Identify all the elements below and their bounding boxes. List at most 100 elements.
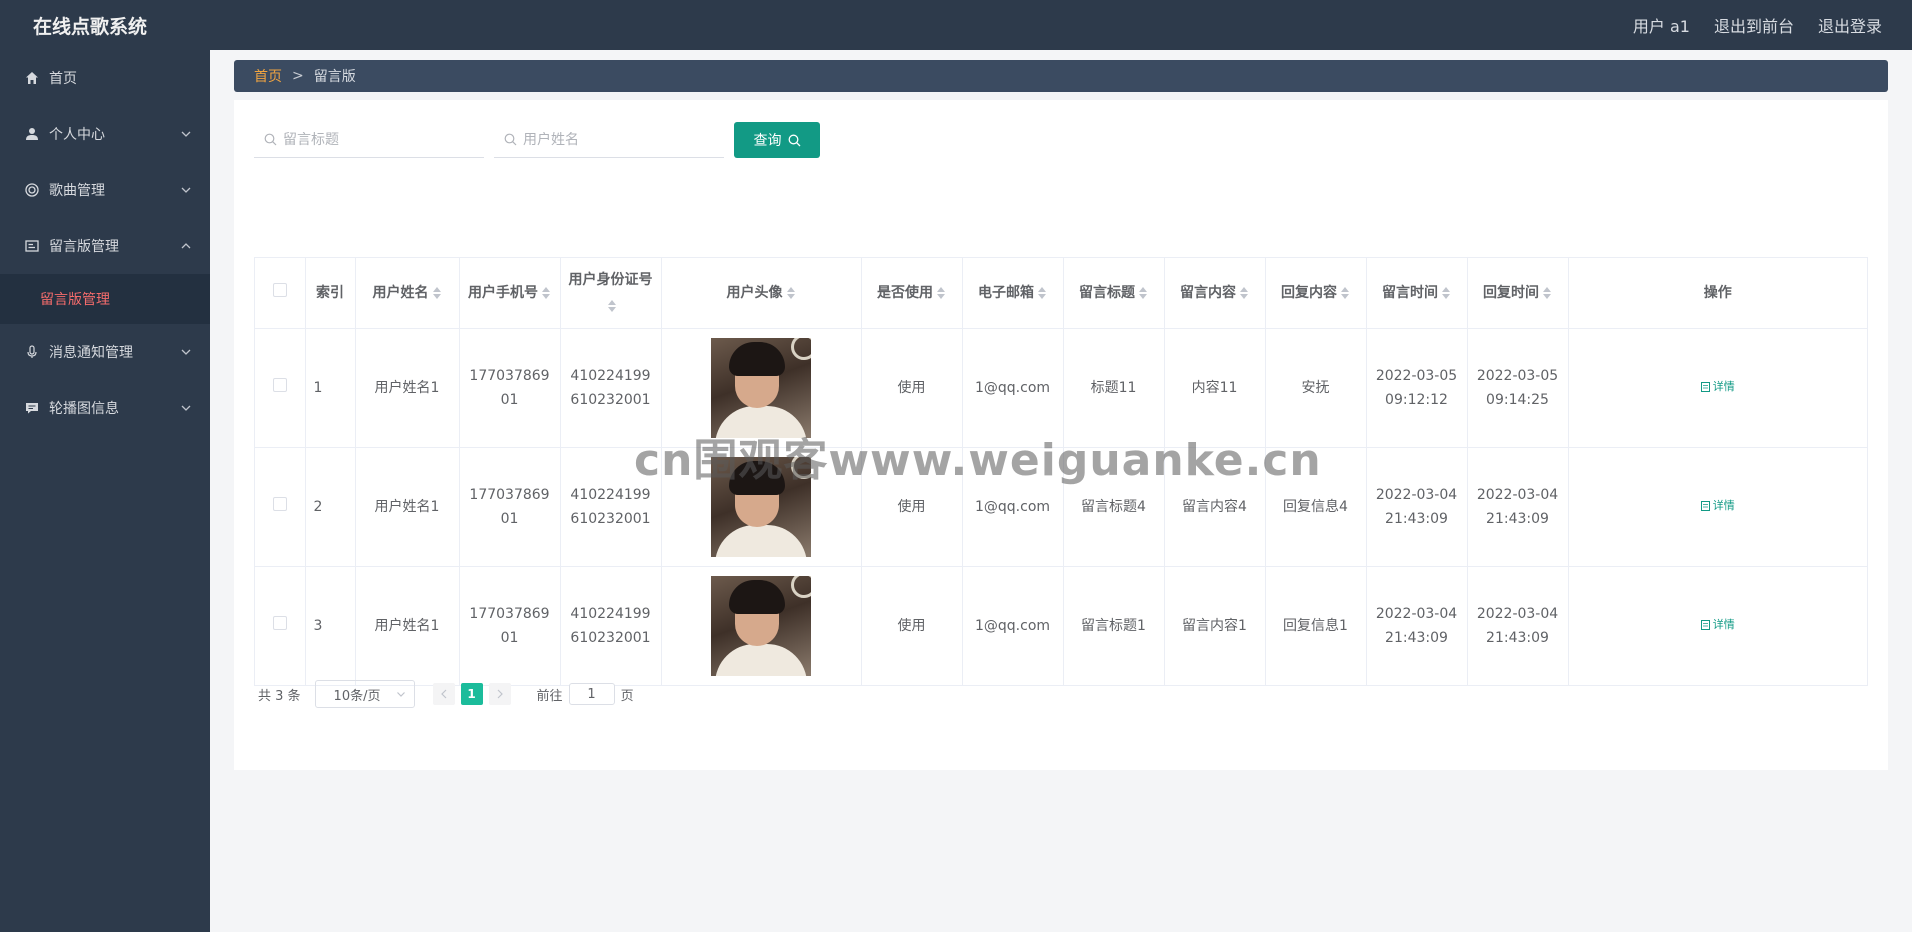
document-icon bbox=[1700, 382, 1710, 392]
cell-email: 1@qq.com bbox=[962, 447, 1064, 567]
sidebar-item-personal-center[interactable]: 个人中心 bbox=[0, 106, 210, 162]
header-label: 留言标题 bbox=[1079, 284, 1135, 301]
cell-used: 使用 bbox=[861, 447, 963, 567]
cell-reply-time: 2022-03-04 21:43:09 bbox=[1467, 447, 1569, 567]
home-icon bbox=[24, 70, 40, 86]
content-panel: 查询 索引 用户姓名 用户手机号 用户身份证号 bbox=[234, 100, 1888, 770]
cell-email: 1@qq.com bbox=[962, 328, 1064, 448]
next-page-button[interactable] bbox=[488, 683, 511, 705]
sidebar-item-label: 个人中心 bbox=[49, 127, 105, 143]
row-checkbox[interactable] bbox=[272, 496, 287, 511]
query-button[interactable]: 查询 bbox=[734, 122, 820, 158]
row-select-cell bbox=[255, 328, 306, 448]
breadcrumb-current: 留言版 bbox=[313, 69, 356, 85]
sidebar-subitem-message-board-management[interactable]: 留言版管理 bbox=[0, 274, 210, 324]
sort-icon[interactable] bbox=[1442, 286, 1451, 300]
sort-icon[interactable] bbox=[786, 286, 796, 300]
name-search-input[interactable] bbox=[523, 131, 713, 148]
search-icon bbox=[504, 133, 517, 146]
cell-title: 留言标题4 bbox=[1063, 447, 1165, 567]
cell-index: 2 bbox=[305, 447, 356, 567]
header-avatar[interactable]: 用户头像 bbox=[661, 258, 862, 329]
microphone-icon bbox=[24, 344, 40, 360]
detail-button[interactable]: 详情 bbox=[1700, 613, 1735, 637]
cell-idcard: 410224199610232001 bbox=[560, 566, 662, 685]
sidebar-item-notification-management[interactable]: 消息通知管理 bbox=[0, 324, 210, 380]
sort-icon[interactable] bbox=[542, 286, 551, 300]
cell-name: 用户姓名1 bbox=[355, 328, 460, 448]
header-phone[interactable]: 用户手机号 bbox=[459, 258, 561, 329]
chevron-down-icon bbox=[181, 405, 191, 411]
cell-title: 留言标题1 bbox=[1063, 566, 1165, 685]
header-used[interactable]: 是否使用 bbox=[861, 258, 963, 329]
sort-icon[interactable] bbox=[1038, 286, 1047, 300]
header-label: 留言内容 bbox=[1180, 284, 1236, 301]
cell-time: 2022-03-05 09:12:12 bbox=[1366, 328, 1468, 448]
header-idcard[interactable]: 用户身份证号 bbox=[560, 258, 662, 329]
header-title[interactable]: 留言标题 bbox=[1063, 258, 1165, 329]
detail-label: 详情 bbox=[1712, 618, 1735, 632]
page-number-button[interactable]: 1 bbox=[460, 683, 483, 705]
cell-ops: 详情 bbox=[1568, 328, 1867, 448]
detail-button[interactable]: 详情 bbox=[1700, 494, 1735, 518]
header-reply-time[interactable]: 回复时间 bbox=[1467, 258, 1569, 329]
cell-time: 2022-03-04 21:43:09 bbox=[1366, 447, 1468, 567]
row-checkbox[interactable] bbox=[272, 377, 287, 392]
sidebar-item-message-board-management[interactable]: 留言版管理 bbox=[0, 218, 210, 274]
sidebar-item-song-management[interactable]: 歌曲管理 bbox=[0, 162, 210, 218]
music-icon bbox=[24, 182, 40, 198]
sort-icon[interactable] bbox=[1543, 286, 1552, 300]
cell-name: 用户姓名1 bbox=[355, 447, 460, 567]
sidebar-item-carousel-info[interactable]: 轮播图信息 bbox=[0, 380, 210, 436]
header-content[interactable]: 留言内容 bbox=[1164, 258, 1266, 329]
cell-content: 留言内容4 bbox=[1164, 447, 1266, 567]
title-search-input[interactable] bbox=[283, 131, 473, 148]
header-index: 索引 bbox=[305, 258, 356, 329]
search-icon bbox=[264, 133, 277, 146]
header-time[interactable]: 留言时间 bbox=[1366, 258, 1468, 329]
cell-index: 1 bbox=[305, 328, 356, 448]
avatar[interactable] bbox=[711, 456, 811, 557]
cell-phone: 17703786901 bbox=[459, 328, 561, 448]
sidebar-item-label: 消息通知管理 bbox=[49, 345, 133, 361]
breadcrumb-home-link[interactable]: 首页 bbox=[254, 66, 282, 86]
cell-ops: 详情 bbox=[1568, 566, 1867, 685]
sidebar-item-home[interactable]: 首页 bbox=[0, 50, 210, 106]
cell-phone: 17703786901 bbox=[459, 566, 561, 685]
sort-icon[interactable] bbox=[1139, 286, 1148, 300]
breadcrumb-separator: > bbox=[292, 68, 304, 84]
logout-link[interactable]: 退出登录 bbox=[1818, 13, 1882, 37]
row-checkbox[interactable] bbox=[272, 615, 287, 630]
sort-icon[interactable] bbox=[432, 286, 442, 300]
cell-used: 使用 bbox=[861, 566, 963, 685]
header-actions: 用户 a1 退出到前台 退出登录 bbox=[1633, 13, 1882, 37]
header-reply[interactable]: 回复内容 bbox=[1265, 258, 1367, 329]
sort-icon[interactable] bbox=[608, 299, 617, 313]
avatar[interactable] bbox=[711, 575, 811, 676]
detail-button[interactable]: 详情 bbox=[1700, 375, 1735, 399]
header-label: 回复内容 bbox=[1281, 284, 1337, 301]
header-label: 用户头像 bbox=[726, 284, 783, 301]
avatar[interactable] bbox=[711, 337, 811, 438]
user-label[interactable]: 用户 a1 bbox=[1633, 13, 1690, 37]
row-select-cell bbox=[255, 566, 306, 685]
page-size-value: 10条/页 bbox=[333, 688, 381, 704]
sort-icon[interactable] bbox=[937, 286, 946, 300]
top-bar: 在线点歌系统 用户 a1 退出到前台 退出登录 bbox=[0, 0, 1912, 50]
search-bar: 查询 bbox=[254, 122, 820, 158]
header-email[interactable]: 电子邮箱 bbox=[962, 258, 1064, 329]
table-row: 3 用户姓名1 17703786901 410224199610232001 使… bbox=[255, 566, 1867, 685]
cell-reply: 安抚 bbox=[1265, 328, 1367, 448]
cell-email: 1@qq.com bbox=[962, 566, 1064, 685]
sort-icon[interactable] bbox=[1240, 286, 1249, 300]
goto-page-input[interactable] bbox=[568, 683, 615, 705]
header-name[interactable]: 用户姓名 bbox=[355, 258, 460, 329]
page-size-select[interactable]: 10条/页 bbox=[314, 680, 415, 708]
header-ops: 操作 bbox=[1568, 258, 1867, 329]
sort-icon[interactable] bbox=[1341, 286, 1350, 300]
select-all-checkbox[interactable] bbox=[272, 282, 287, 297]
exit-to-front-link[interactable]: 退出到前台 bbox=[1714, 13, 1794, 37]
prev-page-button[interactable] bbox=[432, 683, 455, 705]
header-label: 用户姓名 bbox=[372, 284, 429, 301]
header-label: 索引 bbox=[316, 284, 344, 301]
